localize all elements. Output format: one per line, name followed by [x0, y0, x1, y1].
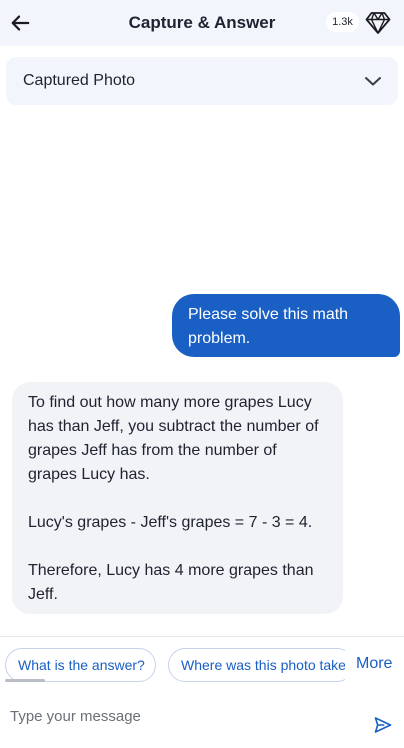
captured-photo-label: Captured Photo — [23, 72, 136, 89]
more-suggestions-button[interactable]: More — [356, 655, 392, 673]
user-message: Please solve this math problem. — [172, 294, 400, 357]
message-input[interactable] — [10, 703, 350, 729]
divider — [0, 636, 404, 637]
send-button[interactable] — [371, 713, 395, 737]
suggestion-chip[interactable]: What is the answer? — [5, 648, 156, 682]
credits-badge: 1.3k — [326, 12, 359, 32]
diamond-icon — [365, 12, 391, 34]
assistant-message: To find out how many more grapes Lucy ha… — [12, 382, 343, 614]
message-composer — [0, 695, 404, 748]
suggestion-chips: What is the answer? Where was this photo… — [0, 646, 345, 684]
chevron-down-icon — [365, 77, 381, 86]
assistant-paragraph: To find out how many more grapes Lucy ha… — [28, 394, 319, 483]
captured-photo-panel[interactable]: Captured Photo — [6, 57, 398, 105]
chips-scroll-indicator[interactable] — [5, 679, 45, 682]
assistant-paragraph: Lucy's grapes - Jeff's grapes = 7 - 3 = … — [28, 514, 313, 531]
premium-button[interactable] — [364, 10, 392, 36]
send-icon — [374, 717, 392, 733]
chat-screen: Capture & Answer 1.3k Captured Photo Ple… — [0, 0, 404, 748]
suggestion-chip[interactable]: Where was this photo taken? — [168, 648, 345, 682]
app-header: Capture & Answer 1.3k — [0, 0, 404, 46]
assistant-paragraph: Therefore, Lucy has 4 more grapes than J… — [28, 562, 314, 603]
expand-photo-button[interactable] — [362, 70, 384, 92]
